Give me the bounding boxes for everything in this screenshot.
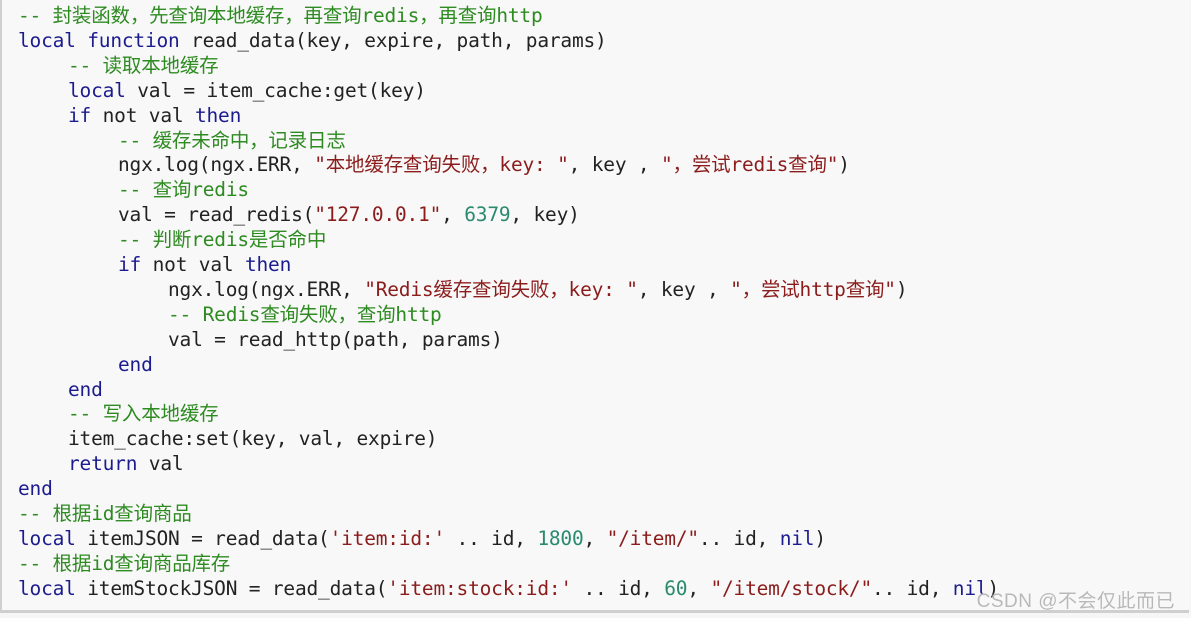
code-line: -- 根据id查询商品 xyxy=(18,501,192,526)
comment-token: -- 根据id查询商品 xyxy=(18,502,192,525)
string-token: "/item/" xyxy=(606,526,700,550)
code-line: return val xyxy=(68,451,184,476)
code-line: if not val then xyxy=(68,103,241,128)
csdn-watermark: CSDN @不会仅此而已 xyxy=(976,591,1175,612)
code-token: itemJSON = read_data( xyxy=(75,526,330,550)
code-token: , key) xyxy=(510,203,580,227)
code-line: val = read_http(path, params) xyxy=(168,327,503,352)
keyword-token: nil xyxy=(779,526,815,550)
keyword-token: if xyxy=(118,253,142,276)
string-token: "，尝试redis查询" xyxy=(661,153,839,177)
code-token: ngx.log(ngx.ERR, xyxy=(118,153,315,177)
string-token: "，尝试http查询" xyxy=(730,277,896,301)
number-token: 60 xyxy=(664,576,688,600)
keyword-token: local xyxy=(18,28,76,52)
code-token: , key , xyxy=(637,277,731,301)
code-line: local itemJSON = read_data('item:id:' ..… xyxy=(18,526,826,551)
comment-token: -- 缓存未命中，记录日志 xyxy=(118,128,346,152)
keyword-token: local xyxy=(18,526,76,550)
code-token: itemStockJSON = read_data( xyxy=(75,576,388,600)
code-token: val xyxy=(137,452,184,476)
string-token: 'item:stock:id:' xyxy=(387,576,572,600)
keyword-token: if xyxy=(68,103,92,127)
keyword-token: local xyxy=(18,576,76,600)
code-line: local itemStockJSON = read_data('item:st… xyxy=(18,576,999,601)
code-token: ngx.log(ngx.ERR, xyxy=(168,277,365,301)
code-line: -- 读取本地缓存 xyxy=(68,53,219,78)
keyword-token: function xyxy=(87,28,180,52)
code-token: not val xyxy=(91,103,195,127)
code-token: val = read_redis( xyxy=(118,203,315,227)
code-token: item_cache:set(key, val, expire) xyxy=(68,427,438,451)
code-line: ngx.log(ngx.ERR, "本地缓存查询失败，key: ", key ,… xyxy=(118,152,850,177)
comment-token: -- 写入本地缓存 xyxy=(68,402,219,426)
string-token: "127.0.0.1" xyxy=(314,203,442,227)
keyword-token: end xyxy=(18,477,53,501)
keyword-token: local xyxy=(68,78,126,102)
comment-token: -- 封装函数，先查询本地缓存，再查询redis，再查询http xyxy=(18,4,543,27)
number-token: 6379 xyxy=(464,203,511,227)
comment-token: -- 读取本地缓存 xyxy=(68,53,219,77)
code-line: -- Redis查询失败，查询http xyxy=(168,302,442,327)
code-line: -- 封装函数，先查询本地缓存，再查询redis，再查询http xyxy=(18,3,543,28)
comment-token: -- 判断redis是否命中 xyxy=(118,228,327,252)
code-block: -- 封装函数，先查询本地缓存，再查询redis，再查询http local fu… xyxy=(0,0,1189,613)
code-line: if not val then xyxy=(118,252,291,277)
keyword-token: end xyxy=(68,377,103,401)
code-token: not val xyxy=(141,253,245,276)
string-token: "本地缓存查询失败，key: " xyxy=(314,153,569,177)
code-token: .. id, xyxy=(445,526,538,550)
code-line: end xyxy=(18,476,53,501)
code-token: .. id, xyxy=(698,526,780,550)
code-token: , xyxy=(687,576,711,600)
code-token: ) xyxy=(895,277,908,301)
code-token: .. id, xyxy=(571,576,665,600)
keyword-token: then xyxy=(194,103,242,127)
code-line: -- 判断redis是否命中 xyxy=(118,227,326,252)
string-token: 'item:id:' xyxy=(329,526,446,550)
code-line: item_cache:set(key, val, expire) xyxy=(68,426,437,451)
string-token: "/item/stock/" xyxy=(710,576,873,600)
code-token: val = read_http(path, params) xyxy=(168,327,503,351)
code-token: , xyxy=(441,203,465,227)
comment-token: -- 根据id查询商品库存 xyxy=(18,551,231,575)
code-token: val = item_cache:get(key) xyxy=(125,78,426,102)
comment-token: -- Redis查询失败，查询http xyxy=(168,302,442,326)
code-token: .. id, xyxy=(872,576,953,600)
comment-token: -- 查询redis xyxy=(118,178,249,202)
code-line: -- 查询redis xyxy=(118,177,249,202)
code-line: end xyxy=(118,352,153,377)
keyword-token: end xyxy=(118,352,153,376)
keyword-token: then xyxy=(244,253,292,276)
code-line: local function read_data(key, expire, pa… xyxy=(18,28,607,53)
code-line: ngx.log(ngx.ERR, "Redis缓存查询失败，key: ", ke… xyxy=(168,277,908,302)
code-line: -- 缓存未命中，记录日志 xyxy=(118,128,346,153)
code-line: val = read_redis("127.0.0.1", 6379, key) xyxy=(118,202,580,227)
code-token: , xyxy=(583,526,607,550)
code-token: , key , xyxy=(568,153,661,177)
code-line: local val = item_cache:get(key) xyxy=(68,78,426,103)
code-line: end xyxy=(68,377,103,402)
code-line: -- 写入本地缓存 xyxy=(68,401,219,426)
number-token: 1800 xyxy=(537,526,584,550)
code-token: ) xyxy=(814,526,826,550)
code-token: ) xyxy=(838,153,850,177)
code-line: -- 根据id查询商品库存 xyxy=(18,551,230,576)
code-token: read_data(key, expire, path, params) xyxy=(179,28,607,52)
string-token: "Redis缓存查询失败，key: " xyxy=(364,277,638,301)
keyword-token: return xyxy=(68,452,138,476)
